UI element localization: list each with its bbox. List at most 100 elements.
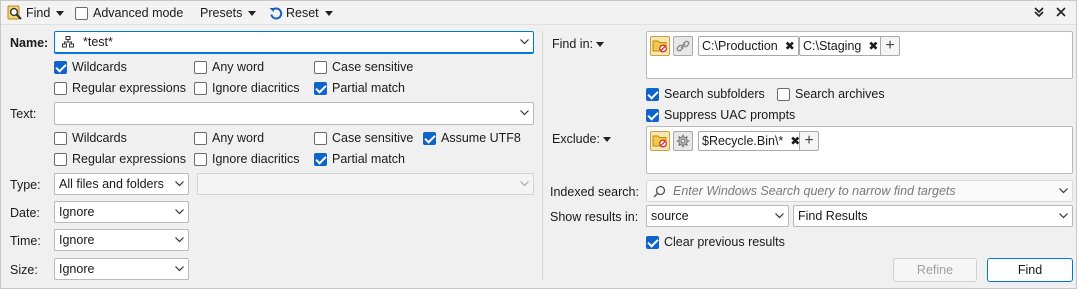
text-wildcards-checkbox[interactable]: Wildcards <box>54 130 127 146</box>
checkbox-box[interactable] <box>54 81 67 95</box>
chevron-down-icon <box>1059 211 1068 220</box>
checkbox-box[interactable] <box>194 152 207 166</box>
checkbox-label: Any word <box>212 131 265 145</box>
text-input[interactable] <box>54 102 534 125</box>
checkbox-label: Partial match <box>332 81 405 95</box>
remove-chip-icon[interactable]: ✖ <box>868 39 878 53</box>
checkbox-box[interactable] <box>54 131 67 145</box>
text-partial-match-checkbox[interactable]: Partial match <box>314 151 405 167</box>
presets-label: Presets <box>200 6 243 20</box>
type-select[interactable]: All files and folders <box>54 173 189 195</box>
add-location-button[interactable]: + <box>880 36 900 56</box>
advanced-mode-box[interactable] <box>75 6 88 20</box>
type-value: All files and folders <box>59 177 164 191</box>
text-any-word-checkbox[interactable]: Any word <box>194 130 264 146</box>
text-case-sensitive-checkbox[interactable]: Case sensitive <box>314 130 413 146</box>
name-regex-checkbox[interactable]: Regular expressions <box>54 80 186 96</box>
advanced-mode-checkbox[interactable]: Advanced mode <box>75 5 183 21</box>
name-any-word-checkbox[interactable]: Any word <box>194 59 264 75</box>
checkbox-label: Any word <box>212 60 265 74</box>
toolbar: Find Advanced mode Presets Reset <box>1 1 1076 25</box>
results-source-select[interactable]: source <box>646 205 789 227</box>
size-select[interactable]: Ignore <box>54 258 189 280</box>
chevron-down-icon[interactable] <box>520 108 529 117</box>
checkbox-box[interactable] <box>314 131 327 145</box>
search-archives-checkbox[interactable]: Search archives <box>777 86 885 102</box>
gear-icon[interactable] <box>673 131 693 151</box>
reset-button[interactable]: Reset <box>269 1 333 25</box>
text-regex-checkbox[interactable]: Regular expressions <box>54 151 186 167</box>
collapse-all-button[interactable] <box>1034 1 1044 25</box>
location-chip[interactable]: C:\Production ✖ <box>698 36 799 56</box>
double-chevron-down-icon <box>1034 6 1044 20</box>
name-partial-match-checkbox[interactable]: Partial match <box>314 80 405 96</box>
link-icon[interactable] <box>673 36 693 56</box>
checkbox-box[interactable] <box>314 60 327 74</box>
exclude-chip[interactable]: $Recycle.Bin\* ✖ <box>698 131 805 151</box>
name-case-sensitive-checkbox[interactable]: Case sensitive <box>314 59 413 75</box>
remove-chip-icon[interactable]: ✖ <box>785 39 795 53</box>
checkbox-label: Suppress UAC prompts <box>664 108 796 122</box>
name-input[interactable]: *test* <box>54 31 534 54</box>
clear-previous-results-checkbox[interactable]: Clear previous results <box>646 234 785 250</box>
checkbox-box[interactable] <box>194 60 207 74</box>
reset-icon <box>269 6 283 20</box>
suppress-uac-checkbox[interactable]: Suppress UAC prompts <box>646 107 795 123</box>
find-in-dropdown[interactable]: Find in: <box>552 36 604 52</box>
date-select[interactable]: Ignore <box>54 201 189 223</box>
find-button-label: Find <box>1017 263 1043 277</box>
advanced-mode-label: Advanced mode <box>93 6 184 20</box>
name-value[interactable]: *test* <box>83 35 113 49</box>
location-chip-label: C:\Staging <box>803 39 862 53</box>
checkbox-box[interactable] <box>54 60 67 74</box>
folder-exclude-icon[interactable] <box>650 131 670 151</box>
checkbox-box[interactable] <box>54 152 67 166</box>
checkbox-box[interactable] <box>646 108 659 122</box>
search-subfolders-checkbox[interactable]: Search subfolders <box>646 86 765 102</box>
chevron-down-icon[interactable] <box>520 37 529 46</box>
chevron-down-icon <box>175 179 184 188</box>
close-icon <box>1056 6 1066 20</box>
checkbox-box[interactable] <box>423 131 436 145</box>
chevron-down-icon <box>520 179 529 188</box>
checkbox-box[interactable] <box>777 87 790 101</box>
plus-icon: + <box>885 37 895 54</box>
checkbox-box[interactable] <box>194 131 207 145</box>
results-source-value: source <box>651 209 689 223</box>
text-assume-utf8-checkbox[interactable]: Assume UTF8 <box>423 130 521 146</box>
name-wildcards-checkbox[interactable]: Wildcards <box>54 59 127 75</box>
checkbox-label: Assume UTF8 <box>441 131 521 145</box>
checkbox-box[interactable] <box>646 87 659 101</box>
checkbox-box[interactable] <box>314 152 327 166</box>
name-ignore-diacritics-checkbox[interactable]: Ignore diacritics <box>194 80 300 96</box>
time-select[interactable]: Ignore <box>54 229 189 251</box>
find-in-locations-box[interactable]: C:\Production ✖ C:\Staging ✖ + <box>646 31 1073 79</box>
text-ignore-diacritics-checkbox[interactable]: Ignore diacritics <box>194 151 300 167</box>
checkbox-label: Partial match <box>332 152 405 166</box>
checkbox-box[interactable] <box>194 81 207 95</box>
add-exclude-button[interactable]: + <box>799 131 819 151</box>
location-chip[interactable]: C:\Staging ✖ <box>799 36 883 56</box>
exclude-dropdown[interactable]: Exclude: <box>552 131 611 147</box>
name-label: Name: <box>10 36 49 50</box>
chevron-down-icon <box>248 10 257 16</box>
date-label: Date: <box>10 206 40 220</box>
folder-exclude-icon[interactable] <box>650 36 670 56</box>
indexed-search-input[interactable]: Enter Windows Search query to narrow fin… <box>646 180 1073 202</box>
presets-button[interactable]: Presets <box>200 1 257 25</box>
exclude-chip-label: $Recycle.Bin\* <box>702 134 784 148</box>
refine-button[interactable]: Refine <box>893 258 977 282</box>
find-button[interactable]: Find <box>987 258 1073 282</box>
size-value: Ignore <box>59 262 95 276</box>
checkbox-box[interactable] <box>646 235 659 249</box>
results-target-select[interactable]: Find Results <box>793 205 1073 227</box>
chevron-down-icon[interactable] <box>1059 186 1068 195</box>
checkbox-label: Ignore diacritics <box>212 152 300 166</box>
find-icon <box>7 5 23 21</box>
exclude-locations-box[interactable]: $Recycle.Bin\* ✖ + <box>646 126 1073 174</box>
close-button[interactable] <box>1056 1 1066 25</box>
checkbox-box[interactable] <box>314 81 327 95</box>
checkbox-label: Case sensitive <box>332 131 414 145</box>
search-icon <box>653 185 666 201</box>
find-menu-button[interactable]: Find <box>7 1 65 25</box>
